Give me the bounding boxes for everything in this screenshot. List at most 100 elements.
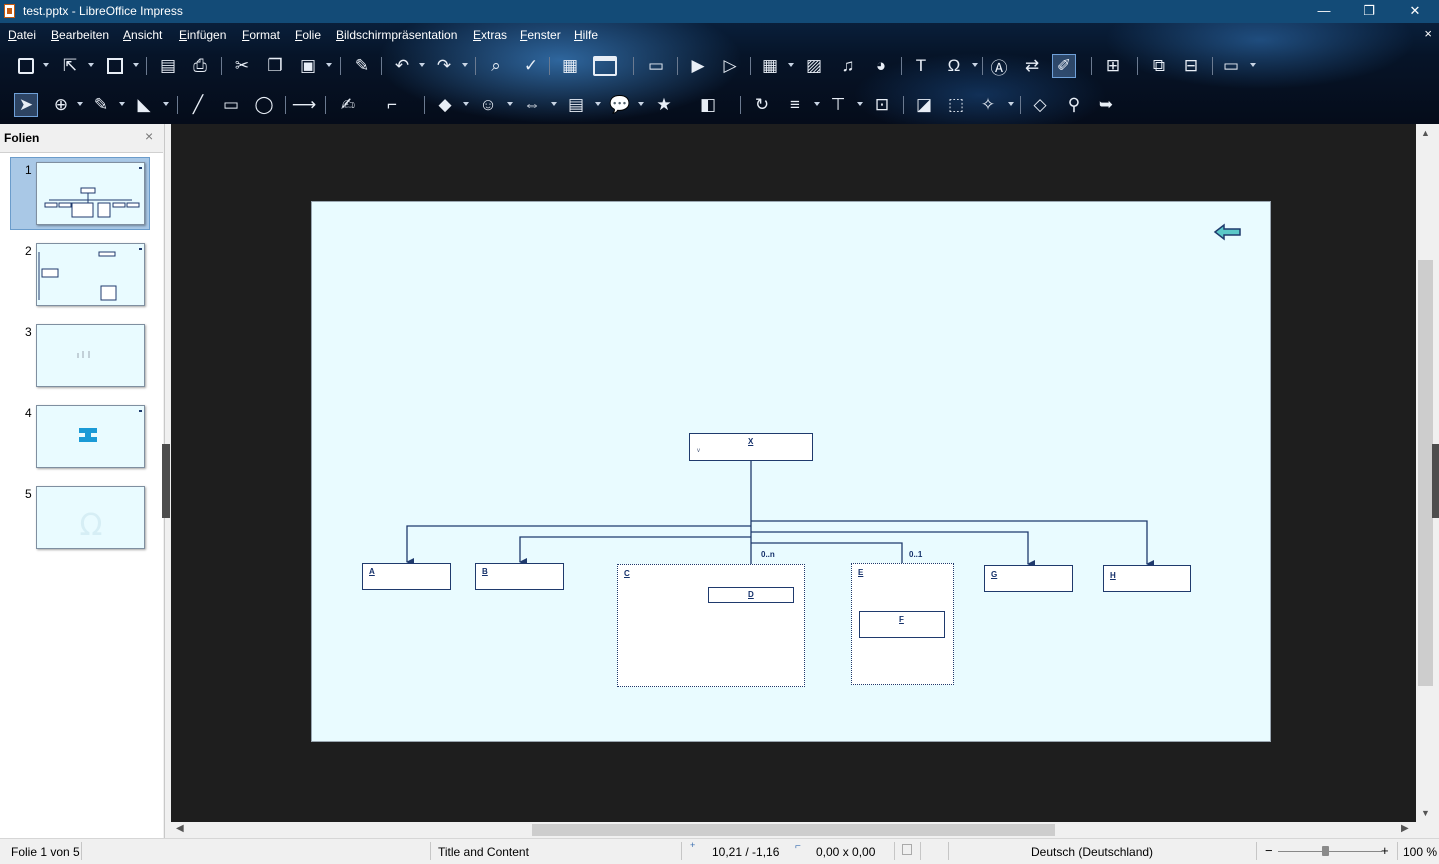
slide-thumbnail-1[interactable] bbox=[36, 162, 145, 225]
insert-textbox-icon[interactable]: T bbox=[909, 54, 933, 78]
scroll-left-icon[interactable]: ◀ bbox=[176, 823, 184, 834]
zoom-dropdown-arrow[interactable] bbox=[77, 102, 83, 106]
insert-special-character-icon[interactable]: Ω bbox=[942, 54, 966, 78]
scroll-down-icon[interactable]: ▼ bbox=[1421, 808, 1430, 818]
fill-color-icon[interactable]: ◣ bbox=[132, 93, 156, 117]
paste-dropdown-arrow[interactable] bbox=[326, 63, 332, 67]
menu-extras[interactable]: Extras bbox=[473, 28, 507, 42]
sidebar-splitter[interactable] bbox=[1432, 444, 1439, 518]
class-box-d[interactable]: D bbox=[708, 587, 794, 603]
new-dropdown-arrow[interactable] bbox=[43, 63, 49, 67]
layout-name[interactable]: Title and Content bbox=[438, 845, 529, 859]
distribute-icon[interactable]: ⊡ bbox=[870, 93, 894, 117]
start-from-first-slide-icon[interactable]: ▶ bbox=[686, 54, 710, 78]
connectors-icon[interactable]: ⇄ bbox=[1020, 54, 1044, 78]
copy-icon[interactable]: ❐ bbox=[263, 54, 287, 78]
class-box-x[interactable]: X v bbox=[689, 433, 813, 461]
class-box-f[interactable]: F bbox=[859, 611, 945, 638]
slide-pane-close-icon[interactable]: × bbox=[145, 128, 153, 144]
table-dropdown-arrow[interactable] bbox=[788, 63, 794, 67]
open-dropdown-arrow[interactable] bbox=[88, 63, 94, 67]
line-color-dropdown-arrow[interactable] bbox=[119, 102, 125, 106]
align-objects-icon[interactable]: ≡ bbox=[783, 93, 807, 117]
maximize-button[interactable]: ❐ bbox=[1346, 0, 1392, 23]
flowchart-icon[interactable]: ▤ bbox=[564, 93, 588, 117]
slide-canvas[interactable]: X v A B C D E F G H 0..n 0..1 bbox=[311, 201, 1271, 742]
slide-layout-icon[interactable] bbox=[593, 54, 617, 78]
curves-polygons-icon[interactable]: ✍ bbox=[336, 93, 360, 117]
zoom-pan-icon[interactable]: ⊕ bbox=[49, 93, 73, 117]
connector-icon[interactable]: ⌐ bbox=[380, 93, 404, 117]
slide-thumbnail-3[interactable] bbox=[36, 324, 145, 387]
points-icon[interactable]: ◇ bbox=[1028, 93, 1052, 117]
menu-format[interactable]: Format bbox=[242, 28, 280, 42]
align-dropdown-arrow[interactable] bbox=[814, 102, 820, 106]
redo-icon[interactable]: ↷ bbox=[432, 54, 456, 78]
zoom-slider-track[interactable] bbox=[1278, 851, 1382, 852]
class-box-g[interactable]: G bbox=[984, 565, 1073, 592]
insert-image-icon[interactable]: ▨ bbox=[802, 54, 826, 78]
callouts-icon[interactable]: 💬 bbox=[608, 93, 632, 117]
display-views-dropdown-arrow[interactable] bbox=[1250, 63, 1256, 67]
menu-hilfe[interactable]: Hilfe bbox=[574, 28, 598, 42]
start-from-current-slide-icon[interactable]: ▷ bbox=[718, 54, 742, 78]
open-folder-icon[interactable]: ⇱ bbox=[58, 54, 82, 78]
basic-shapes-dropdown-arrow[interactable] bbox=[463, 102, 469, 106]
arrange-icon[interactable]: ⊤ bbox=[826, 93, 850, 117]
class-box-b[interactable]: B bbox=[475, 563, 564, 590]
insert-ellipse-icon[interactable]: ◯ bbox=[252, 93, 276, 117]
cut-icon[interactable]: ✂ bbox=[230, 54, 254, 78]
menu-fenster[interactable]: Fenster bbox=[520, 28, 561, 42]
language-indicator[interactable]: Deutsch (Deutschland) bbox=[1031, 845, 1153, 859]
block-arrows-icon[interactable]: ⇔ bbox=[520, 93, 544, 117]
insert-table-icon[interactable]: ▦ bbox=[758, 54, 782, 78]
class-box-h[interactable]: H bbox=[1103, 565, 1191, 592]
zoom-slider-knob[interactable] bbox=[1322, 846, 1329, 856]
flowchart-dropdown-arrow[interactable] bbox=[595, 102, 601, 106]
spellcheck-icon[interactable]: ✓ bbox=[519, 54, 543, 78]
scroll-right-icon[interactable]: ▶ bbox=[1401, 823, 1409, 834]
zoom-level[interactable]: 100 % bbox=[1403, 845, 1437, 859]
close-window-button[interactable]: ✕ bbox=[1392, 0, 1438, 23]
basic-shapes-icon[interactable]: ◆ bbox=[433, 93, 457, 117]
new-slide-icon[interactable]: ⊞ bbox=[1101, 54, 1125, 78]
delete-slide-icon[interactable]: ⊟ bbox=[1179, 54, 1203, 78]
block-arrows-dropdown-arrow[interactable] bbox=[551, 102, 557, 106]
clone-formatting-icon[interactable]: ✎ bbox=[350, 54, 374, 78]
arrange-dropdown-arrow[interactable] bbox=[857, 102, 863, 106]
slide-pane-splitter[interactable] bbox=[162, 444, 170, 518]
minimize-button[interactable]: — bbox=[1301, 0, 1347, 23]
select-arrow-icon[interactable]: ➤ bbox=[14, 93, 38, 117]
insert-media-icon[interactable]: ♫ bbox=[836, 54, 860, 78]
grid-display-icon[interactable]: ▦ bbox=[558, 54, 582, 78]
scroll-up-icon[interactable]: ▲ bbox=[1421, 128, 1430, 138]
duplicate-slide-icon[interactable]: ⧉ bbox=[1147, 54, 1171, 78]
insert-fontwork-icon[interactable]: Ⓐ bbox=[987, 54, 1011, 78]
rotate-icon[interactable]: ↻ bbox=[750, 93, 774, 117]
close-document-icon[interactable]: × bbox=[1424, 26, 1432, 41]
insert-arrow-line-icon[interactable]: ⟶ bbox=[292, 93, 316, 117]
class-box-a[interactable]: A bbox=[362, 563, 451, 590]
save-icon[interactable] bbox=[103, 54, 127, 78]
special-character-dropdown-arrow[interactable] bbox=[972, 63, 978, 67]
display-views-icon[interactable]: ▭ bbox=[1219, 54, 1243, 78]
glue-points-icon[interactable]: ⚲ bbox=[1062, 93, 1086, 117]
undo-icon[interactable]: ↶ bbox=[390, 54, 414, 78]
symbol-shapes-dropdown-arrow[interactable] bbox=[507, 102, 513, 106]
insert-chart-icon[interactable]: ◕ bbox=[869, 54, 893, 78]
menu-bildschirmpraesentation[interactable]: Bildschirmpräsentation bbox=[336, 28, 457, 42]
toggle-extrusion-icon[interactable]: ➥ bbox=[1094, 93, 1118, 117]
toggle-draw-functions-icon[interactable]: ✐ bbox=[1052, 54, 1076, 78]
shadow-icon[interactable]: ◪ bbox=[912, 93, 936, 117]
slide-thumbnail-2[interactable] bbox=[36, 243, 145, 306]
callouts-dropdown-arrow[interactable] bbox=[638, 102, 644, 106]
insert-line-icon[interactable]: ╱ bbox=[186, 93, 210, 117]
filter-dropdown-arrow[interactable] bbox=[1008, 102, 1014, 106]
menu-bearbeiten[interactable]: Bearbeiten bbox=[51, 28, 109, 42]
filter-icon[interactable]: ✧ bbox=[976, 93, 1000, 117]
horizontal-scroll-thumb[interactable] bbox=[532, 824, 1055, 836]
vertical-scroll-thumb[interactable] bbox=[1418, 260, 1433, 686]
class-box-c[interactable]: C bbox=[617, 564, 805, 687]
menu-datei[interactable]: Datei bbox=[8, 28, 36, 42]
crop-icon[interactable]: ⬚ bbox=[944, 93, 968, 117]
